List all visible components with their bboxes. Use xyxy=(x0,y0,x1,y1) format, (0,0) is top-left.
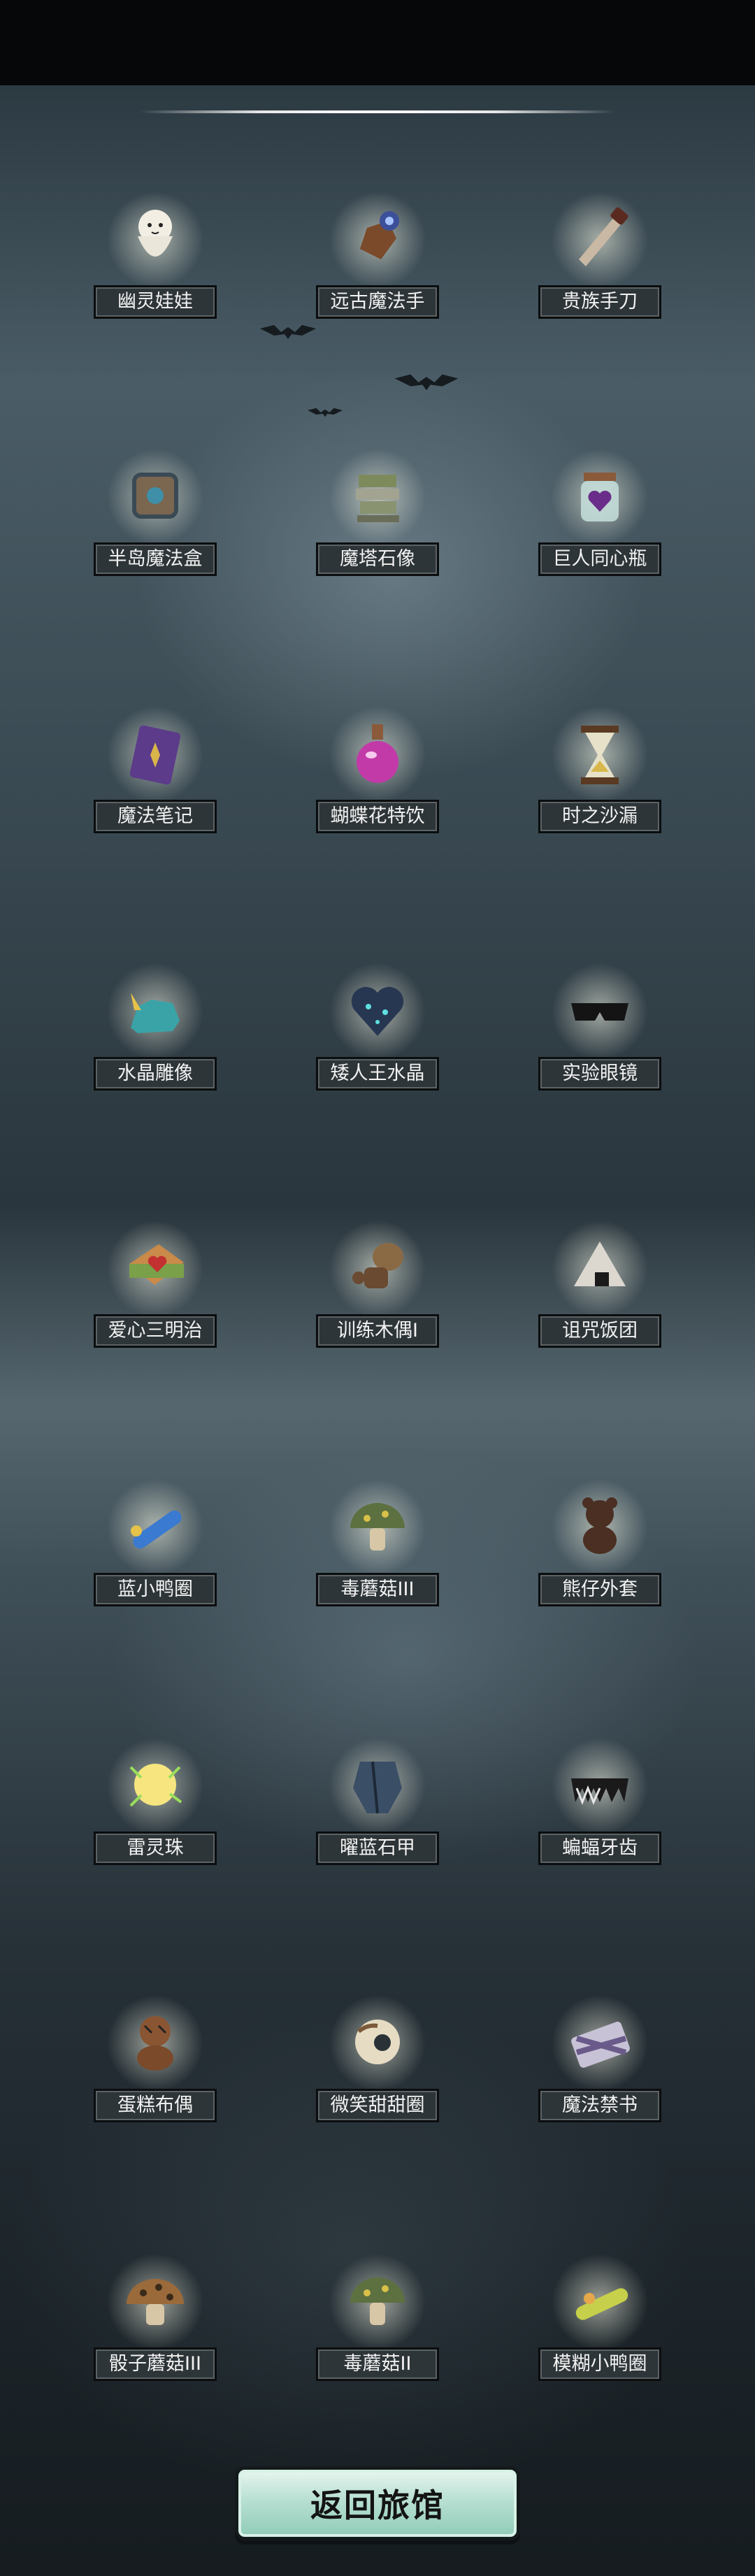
collection-item[interactable]: 巨人同心瓶 xyxy=(495,445,705,577)
collection-item[interactable]: 训练木偶I xyxy=(273,1216,482,1349)
item-name-label: 贵族手刀 xyxy=(538,285,661,319)
bat-silhouette-icon xyxy=(394,374,459,391)
smile-donut-icon xyxy=(339,2003,416,2080)
collection-item[interactable]: 贵族手刀 xyxy=(495,187,705,320)
poison-mushroom-icon xyxy=(339,2262,416,2339)
collection-item[interactable]: 骰子蘑菇III xyxy=(50,2250,260,2382)
item-name-label: 巨人同心瓶 xyxy=(538,542,661,576)
item-name-label: 雷灵珠 xyxy=(94,1832,217,1865)
collection-item[interactable]: 魔塔石像 xyxy=(273,445,482,577)
heart-sandwich-icon xyxy=(117,1229,194,1306)
collection-item[interactable]: 远古魔法手 xyxy=(273,187,482,320)
item-name-label: 模糊小鸭圈 xyxy=(538,2347,661,2381)
item-name-label: 熊仔外套 xyxy=(538,1573,661,1606)
collection-item[interactable]: 矮人王水晶 xyxy=(273,959,482,1092)
collection-item[interactable]: 幽灵娃娃 xyxy=(50,187,260,320)
collection-item[interactable]: 水晶雕像 xyxy=(50,959,260,1092)
item-name-label: 远古魔法手 xyxy=(316,285,439,319)
collection-item[interactable]: 熊仔外套 xyxy=(495,1475,705,1608)
item-name-label: 幽灵娃娃 xyxy=(94,285,217,319)
item-collection-screen: 幽灵娃娃 远古魔法手 贵族手刀半岛魔法盒 魔塔石像 巨人同心瓶魔法笔记 蝴蝶花特饮 时之沙漏… xyxy=(0,0,755,2576)
top-bar xyxy=(0,0,755,85)
item-name-label: 实验眼镜 xyxy=(538,1057,661,1091)
collection-item[interactable]: 蝴蝶花特饮 xyxy=(273,702,482,835)
bat-silhouette-icon xyxy=(308,408,343,417)
collection-item[interactable]: 时之沙漏 xyxy=(495,702,705,835)
item-name-label: 爱心三明治 xyxy=(94,1314,217,1348)
item-name-label: 时之沙漏 xyxy=(538,800,661,833)
collection-item[interactable]: 曜蓝石甲 xyxy=(273,1734,482,1866)
sunglasses-icon xyxy=(561,972,638,1049)
poison-mushroom-icon xyxy=(339,1488,416,1564)
item-name-label: 蝙蝠牙齿 xyxy=(538,1832,661,1865)
item-name-label: 毒蘑菇III xyxy=(316,1573,439,1606)
item-name-label: 骰子蘑菇III xyxy=(94,2347,217,2381)
collection-item[interactable]: 模糊小鸭圈 xyxy=(495,2250,705,2382)
forbidden-book-icon xyxy=(561,2003,638,2080)
collection-item[interactable]: 蓝小鸭圈 xyxy=(50,1475,260,1608)
item-name-label: 蝴蝶花特饮 xyxy=(316,800,439,833)
blue-stone-armor-icon xyxy=(339,1746,416,1823)
hourglass-icon xyxy=(561,714,638,791)
item-name-label: 水晶雕像 xyxy=(94,1057,217,1091)
item-name-label: 魔法笔记 xyxy=(94,800,217,833)
item-name-label: 蛋糕布偶 xyxy=(94,2089,217,2122)
return-button-label: 返回旅馆 xyxy=(310,2487,445,2524)
ancient-magic-hand-icon xyxy=(339,200,416,277)
potion-flask-icon xyxy=(339,714,416,791)
cursed-rice-ball-icon xyxy=(561,1229,638,1306)
item-name-label: 魔法禁书 xyxy=(538,2089,661,2122)
item-name-label: 诅咒饭团 xyxy=(538,1314,661,1348)
item-name-label: 魔塔石像 xyxy=(316,542,439,576)
giant-heart-jar-icon xyxy=(561,457,638,534)
collection-item[interactable]: 半岛魔法盒 xyxy=(50,445,260,577)
collection-item[interactable]: 爱心三明治 xyxy=(50,1216,260,1349)
cake-doll-icon xyxy=(117,2003,194,2080)
magic-notebook-icon xyxy=(117,714,194,791)
dice-mushroom-icon xyxy=(117,2262,194,2339)
collection-item[interactable]: 实验眼镜 xyxy=(495,959,705,1092)
collection-item[interactable]: 蝙蝠牙齿 xyxy=(495,1734,705,1866)
item-name-label: 训练木偶I xyxy=(316,1314,439,1348)
thunder-orb-icon xyxy=(117,1746,194,1823)
return-to-inn-button[interactable]: 返回旅馆 xyxy=(235,2466,520,2540)
item-name-label: 半岛魔法盒 xyxy=(94,542,217,576)
noble-hand-knife-icon xyxy=(561,200,638,277)
dwarf-king-crystal-icon xyxy=(339,972,416,1049)
collection-item[interactable]: 蛋糕布偶 xyxy=(50,1991,260,2124)
collection-item[interactable]: 魔法笔记 xyxy=(50,702,260,835)
ghost-doll-icon xyxy=(117,200,194,277)
bat-silhouette-icon xyxy=(260,325,316,339)
collection-item[interactable]: 雷灵珠 xyxy=(50,1734,260,1866)
item-name-label: 毒蘑菇II xyxy=(316,2347,439,2381)
teddy-bear-icon xyxy=(561,1488,638,1564)
crystal-statue-icon xyxy=(117,972,194,1049)
yellow-duck-ring-icon xyxy=(561,2262,638,2339)
bat-teeth-icon xyxy=(561,1746,638,1823)
item-name-label: 微笑甜甜圈 xyxy=(316,2089,439,2122)
item-name-label: 曜蓝石甲 xyxy=(316,1832,439,1865)
magic-box-icon xyxy=(117,457,194,534)
training-dummy-icon xyxy=(339,1229,416,1306)
collection-item[interactable]: 魔法禁书 xyxy=(495,1991,705,2124)
header-divider xyxy=(140,110,615,113)
blue-duck-ring-icon xyxy=(117,1488,194,1564)
item-name-label: 矮人王水晶 xyxy=(316,1057,439,1091)
collection-item[interactable]: 微笑甜甜圈 xyxy=(273,1991,482,2124)
collection-item[interactable]: 毒蘑菇II xyxy=(273,2250,482,2382)
tower-statue-icon xyxy=(339,457,416,534)
item-name-label: 蓝小鸭圈 xyxy=(94,1573,217,1606)
collection-item[interactable]: 毒蘑菇III xyxy=(273,1475,482,1608)
collection-item[interactable]: 诅咒饭团 xyxy=(495,1216,705,1349)
